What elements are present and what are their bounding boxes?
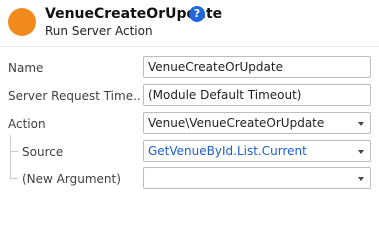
- header-divider: [0, 46, 379, 47]
- help-icon[interactable]: ?: [189, 6, 205, 22]
- chevron-down-icon[interactable]: [358, 150, 364, 154]
- properties-header: VenueCreateOrUpdate ? Run Server Action: [0, 0, 379, 44]
- property-row-action: Action Venue\VenueCreateOrUpdate: [0, 111, 379, 137]
- chevron-down-icon[interactable]: [358, 122, 364, 126]
- source-dropdown[interactable]: GetVenueById.List.Current: [143, 140, 371, 162]
- action-dropdown[interactable]: Venue\VenueCreateOrUpdate: [143, 112, 371, 134]
- new-argument-label: (New Argument): [22, 172, 121, 186]
- action-value: Venue\VenueCreateOrUpdate: [148, 116, 325, 130]
- name-label: Name: [8, 61, 44, 75]
- property-row-source: Source GetVenueById.List.Current: [0, 139, 379, 165]
- name-field[interactable]: VenueCreateOrUpdate: [143, 56, 371, 78]
- server-action-icon: [8, 8, 36, 36]
- property-row-name: Name VenueCreateOrUpdate: [0, 55, 379, 81]
- timeout-field[interactable]: (Module Default Timeout): [143, 84, 371, 106]
- action-label: Action: [8, 117, 46, 131]
- timeout-label: Server Request Time...: [8, 89, 140, 103]
- property-row-new-argument: (New Argument): [0, 166, 379, 192]
- property-row-timeout: Server Request Time... (Module Default T…: [0, 83, 379, 109]
- source-label: Source: [22, 145, 64, 159]
- source-value: GetVenueById.List.Current: [148, 144, 307, 158]
- chevron-down-icon[interactable]: [358, 177, 364, 181]
- action-type-subtitle: Run Server Action: [45, 24, 153, 38]
- new-argument-dropdown[interactable]: [143, 167, 371, 189]
